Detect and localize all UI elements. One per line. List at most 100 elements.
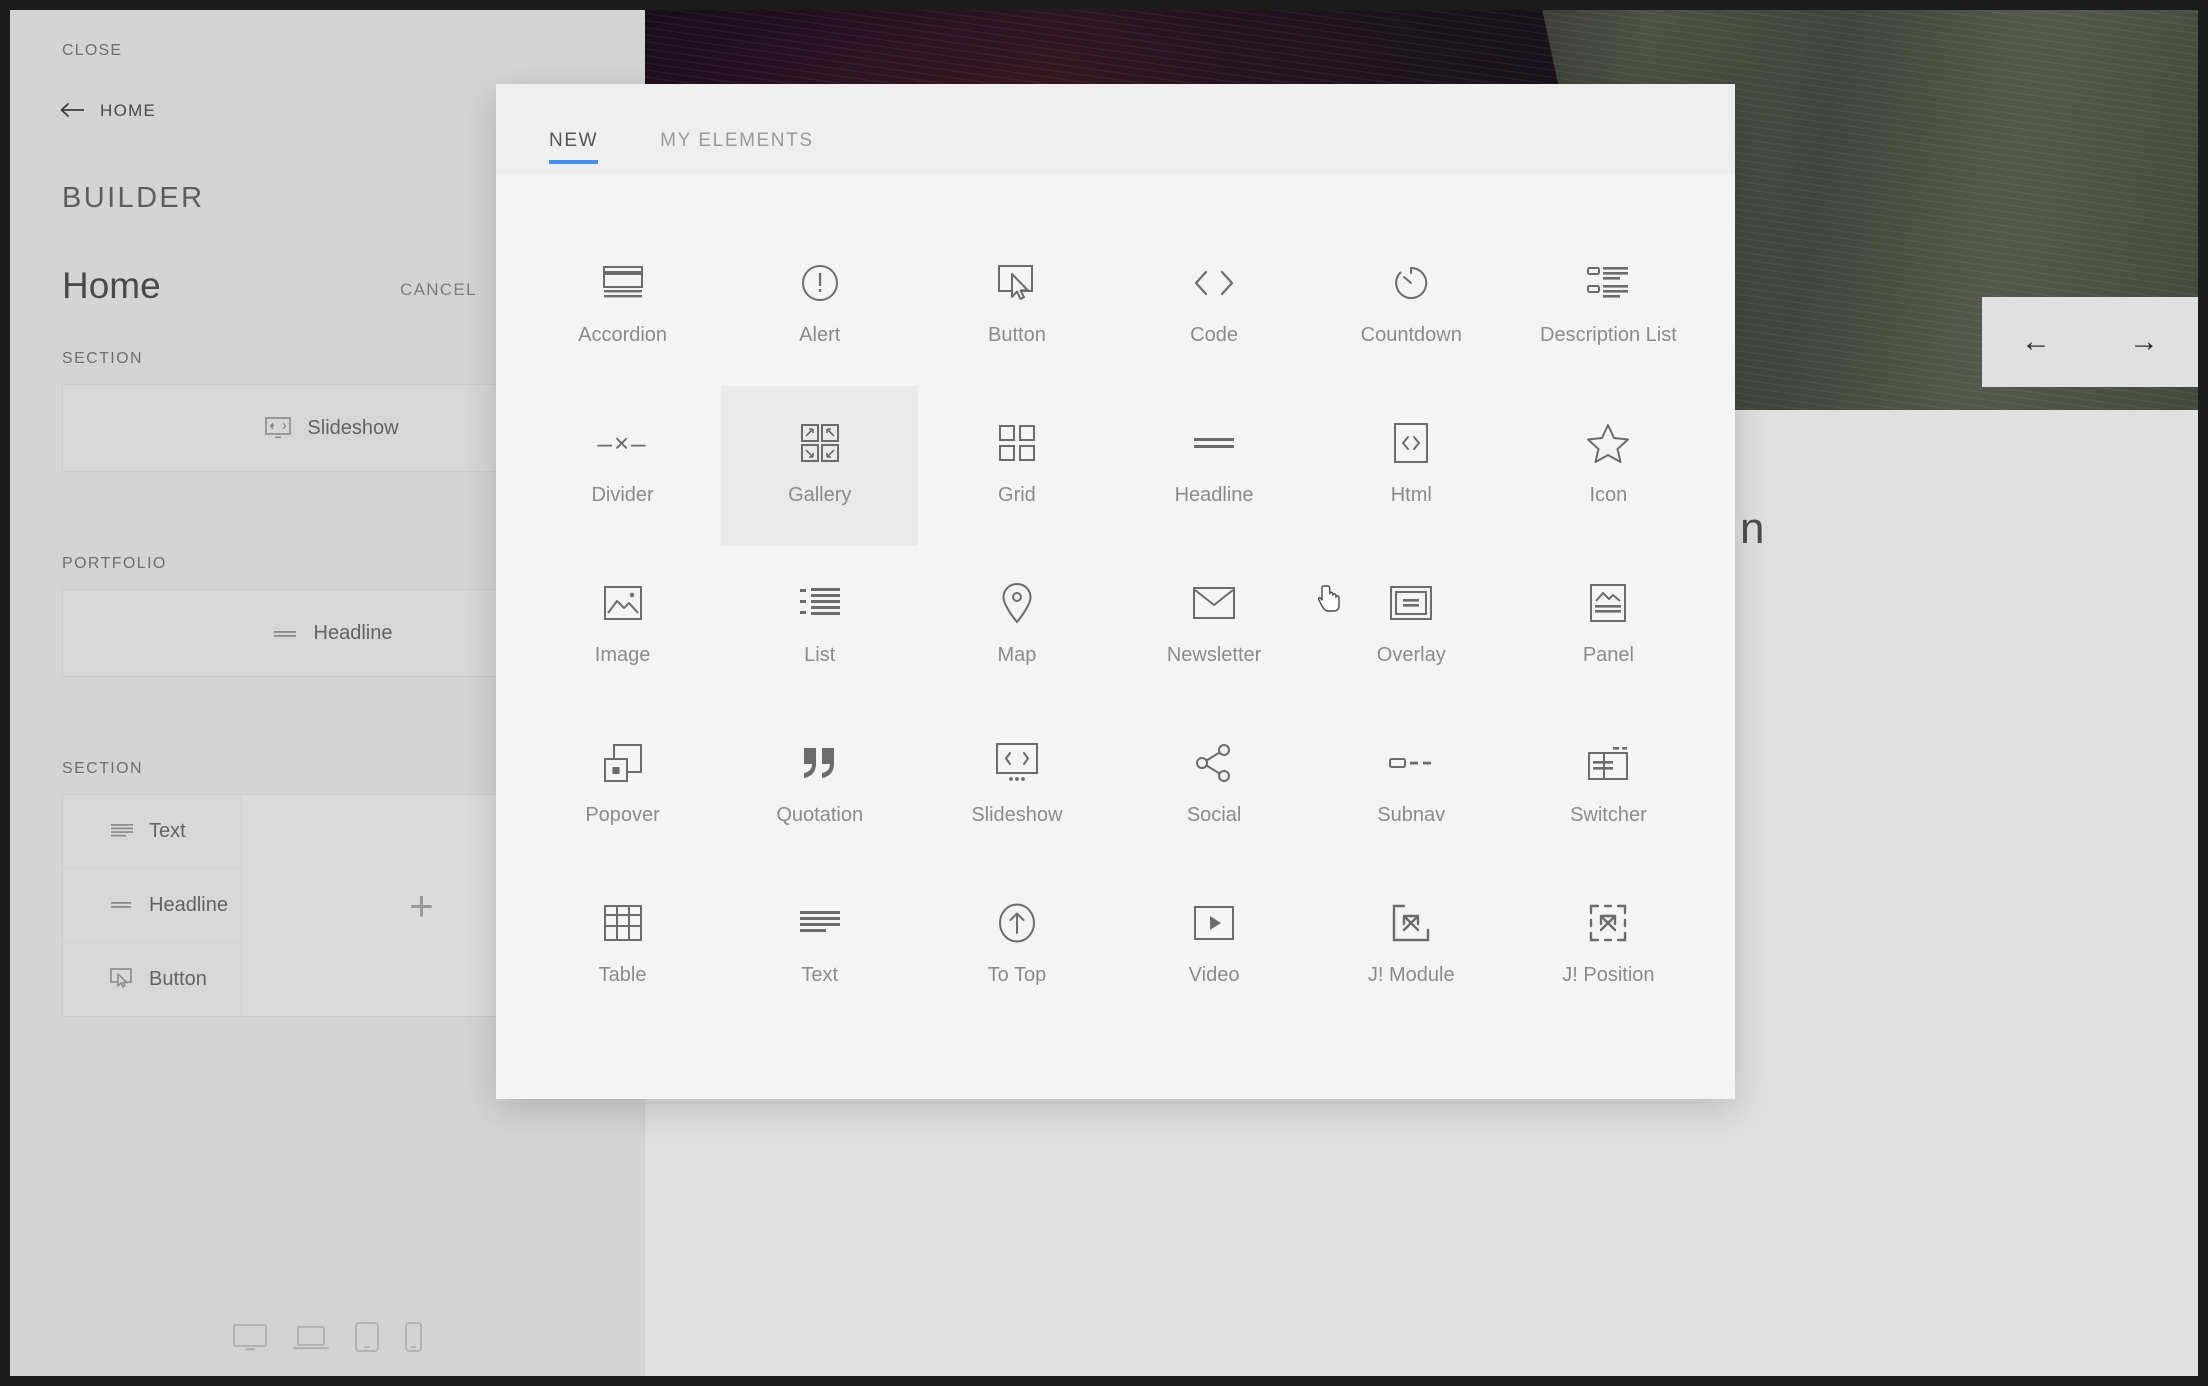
element-label: Panel xyxy=(1582,644,1634,666)
element-card-slideshow[interactable]: Slideshow xyxy=(918,706,1115,866)
divider-icon: –×– xyxy=(598,412,648,474)
element-label: Switcher xyxy=(1570,804,1647,826)
grid-icon xyxy=(998,412,1035,474)
element-label: J! Position xyxy=(1562,964,1655,986)
map-pin-icon xyxy=(1002,572,1032,634)
element-label: Newsletter xyxy=(1166,644,1262,666)
tab-my-elements[interactable]: MY ELEMENTS xyxy=(660,130,813,174)
element-card-headline[interactable]: Headline xyxy=(1116,386,1313,546)
desktop-icon[interactable] xyxy=(233,1324,267,1352)
element-card-video[interactable]: Video xyxy=(1116,866,1313,1026)
element-label: Table xyxy=(598,964,647,986)
element-card-list[interactable]: List xyxy=(721,546,918,706)
element-grid: Accordion Alert Button Code Countdown De… xyxy=(496,174,1735,1026)
html-icon xyxy=(1394,412,1429,474)
element-label: Map xyxy=(997,644,1037,666)
element-card-to-top[interactable]: To Top xyxy=(918,866,1115,1026)
next-arrow-icon[interactable]: → xyxy=(2129,327,2159,357)
divider-glyph: –×– xyxy=(597,428,648,458)
element-card-text[interactable]: Text xyxy=(721,866,918,1026)
slideshow-icon xyxy=(265,417,292,439)
element-card-icon[interactable]: Icon xyxy=(1510,386,1707,546)
alert-icon xyxy=(801,252,839,314)
element-card-map[interactable]: Map xyxy=(918,546,1115,706)
element-label: Subnav xyxy=(1377,804,1446,826)
element-card-divider[interactable]: –×– Divider xyxy=(524,386,721,546)
prev-arrow-icon[interactable]: ← xyxy=(2021,327,2051,357)
element-card-alert[interactable]: Alert xyxy=(721,226,918,386)
element-label: Text xyxy=(801,964,839,986)
accordion-icon xyxy=(602,252,644,314)
text-icon xyxy=(109,820,135,843)
text-icon xyxy=(799,892,841,954)
element-slideshow[interactable]: Slideshow xyxy=(265,416,399,440)
element-label: Button xyxy=(988,324,1046,346)
element-label: Quotation xyxy=(776,804,864,826)
element-card-countdown[interactable]: Countdown xyxy=(1313,226,1510,386)
star-icon xyxy=(1587,412,1630,474)
element-card-social[interactable]: Social xyxy=(1116,706,1313,866)
element-label: Countdown xyxy=(1360,324,1462,346)
element-card-panel[interactable]: Panel xyxy=(1510,546,1707,706)
envelope-icon xyxy=(1193,572,1236,634)
laptop-icon[interactable] xyxy=(293,1324,329,1352)
element-card-subnav[interactable]: Subnav xyxy=(1313,706,1510,866)
element-label: Video xyxy=(1188,964,1240,986)
element-label: Headline xyxy=(1174,484,1254,506)
mouse-cursor-pointer xyxy=(1317,584,1344,614)
gallery-icon xyxy=(800,412,839,474)
element-label: Grid xyxy=(998,484,1036,506)
image-icon xyxy=(603,572,642,634)
element-card-grid[interactable]: Grid xyxy=(918,386,1115,546)
share-icon xyxy=(1195,732,1233,794)
countdown-icon xyxy=(1392,252,1430,314)
tab-new[interactable]: NEW xyxy=(549,130,599,174)
element-card-joomla-module[interactable]: J! Module xyxy=(1313,866,1510,1026)
element-label: Slideshow xyxy=(307,416,399,439)
to-top-icon xyxy=(998,892,1036,954)
panel-icon xyxy=(1590,572,1627,634)
element-label: Image xyxy=(594,644,651,666)
code-icon xyxy=(1192,252,1236,314)
element-label: Alert xyxy=(799,324,841,346)
button-icon xyxy=(109,966,135,994)
element-card-button[interactable]: Button xyxy=(918,226,1115,386)
element-card-table[interactable]: Table xyxy=(524,866,721,1026)
overlay-icon xyxy=(1390,572,1433,634)
element-card-newsletter[interactable]: Newsletter xyxy=(1116,546,1313,706)
arrow-left-icon xyxy=(60,100,86,122)
element-card-popover[interactable]: Popover xyxy=(524,706,721,866)
element-card-image[interactable]: Image xyxy=(524,546,721,706)
element-card-quotation[interactable]: Quotation xyxy=(721,706,918,866)
close-button[interactable]: CLOSE xyxy=(62,42,122,60)
element-card-accordion[interactable]: Accordion xyxy=(524,226,721,386)
element-label: Divider xyxy=(591,484,654,506)
element-card-joomla-position[interactable]: J! Position xyxy=(1510,866,1707,1026)
tablet-icon[interactable] xyxy=(355,1322,379,1352)
element-card-code[interactable]: Code xyxy=(1116,226,1313,386)
description-list-icon xyxy=(1586,252,1630,314)
element-label: Gallery xyxy=(788,484,852,506)
element-card-overlay[interactable]: Overlay xyxy=(1313,546,1510,706)
element-headline[interactable]: Headline xyxy=(272,622,392,645)
element-card-html[interactable]: Html xyxy=(1313,386,1510,546)
headline-icon xyxy=(1192,412,1236,474)
phone-icon[interactable] xyxy=(405,1322,422,1352)
device-preview-bar xyxy=(10,1322,645,1352)
element-button[interactable]: Button xyxy=(63,943,241,1016)
element-headline[interactable]: Headline xyxy=(63,869,241,943)
joomla-module-icon xyxy=(1392,892,1430,954)
list-icon xyxy=(799,572,841,634)
element-label: Overlay xyxy=(1376,644,1446,666)
element-card-description-list[interactable]: Description List xyxy=(1510,226,1707,386)
modal-tabbar: NEW MY ELEMENTS xyxy=(496,84,1735,174)
element-text[interactable]: Text xyxy=(63,795,241,869)
element-card-gallery[interactable]: Gallery xyxy=(721,386,919,546)
element-label: Popover xyxy=(585,804,660,826)
back-to-home-button[interactable]: HOME xyxy=(60,100,156,122)
cancel-button[interactable]: CANCEL xyxy=(400,280,477,300)
video-icon xyxy=(1194,892,1235,954)
headline-icon xyxy=(109,894,135,917)
table-icon xyxy=(603,892,642,954)
element-card-switcher[interactable]: Switcher xyxy=(1510,706,1707,866)
